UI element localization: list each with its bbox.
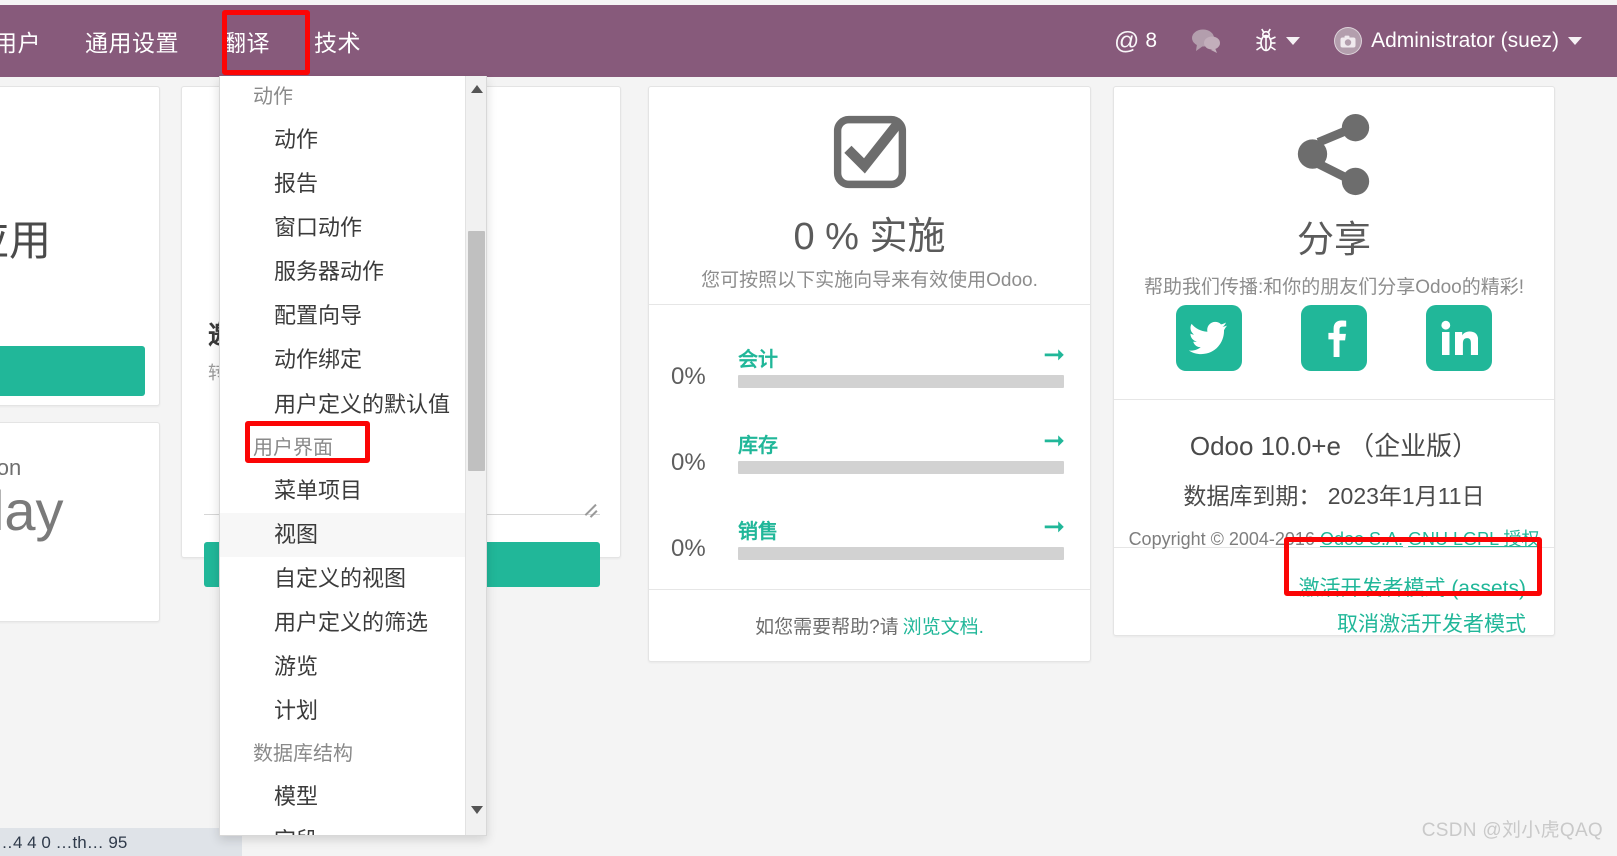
dropdown-scrollbar[interactable]: [465, 76, 486, 835]
copyright-prefix: Copyright © 2004-2016: [1128, 529, 1315, 549]
dropdown-item[interactable]: 窗口动作: [220, 206, 470, 250]
progress-bar: [738, 375, 1064, 388]
twitter-icon: [1188, 321, 1227, 355]
share-subtitle: 帮助我们传播:和你的朋友们分享Odoo的精彩!: [1143, 277, 1525, 298]
apps-primary-button[interactable]: [0, 346, 145, 396]
dropdown-item[interactable]: 动作绑定: [220, 338, 470, 382]
implementation-card: 0 % 实施 您可按照以下实施向导来有效使用Odoo. 0% 会计 ➞ 0% 库…: [648, 86, 1091, 662]
implementation-hero: 0 % 实施 您可按照以下实施向导来有效使用Odoo.: [649, 87, 1090, 305]
dropdown-group-header: 用户界面: [253, 436, 333, 459]
arrow-right-icon[interactable]: ➞: [1043, 341, 1065, 367]
nav-item-users[interactable]: 用户: [0, 5, 63, 77]
chevron-down-icon: [1568, 37, 1582, 45]
progress-row: 0% 会计 ➞: [649, 331, 1090, 417]
progress-label-inventory[interactable]: 库存: [738, 429, 778, 458]
user-name-label: Administrator (suez): [1371, 29, 1559, 52]
progress-percent: 0%: [671, 449, 706, 476]
version-info-block: Odoo 10.0+e （企业版） 数据库到期： 2023年1月11日 Copy…: [1114, 400, 1554, 549]
top-navbar: 用户 通用设置 翻译 技术 @ 8 Administrator (suez): [0, 5, 1617, 77]
help-text: 如您需要帮助?请: [755, 616, 899, 638]
at-icon: @: [1114, 26, 1140, 55]
share-hero: 分享 帮助我们传播:和你的朋友们分享Odoo的精彩!: [1114, 87, 1554, 400]
dropdown-group-header: 数据库结构: [253, 743, 353, 766]
textarea-resize-handle[interactable]: [580, 499, 598, 517]
twitter-share-button[interactable]: [1175, 305, 1242, 371]
avatar: [1334, 27, 1363, 55]
apps-card-title: 应用: [0, 217, 51, 264]
dropdown-group-header: 动作: [253, 86, 293, 108]
progress-percent: 0%: [671, 363, 706, 390]
scrollbar-thumb[interactable]: [468, 231, 485, 471]
odoo-settings-page: 用户 通用设置 翻译 技术 @ 8 Administrator (suez) 用…: [0, 0, 1617, 856]
arrow-right-icon[interactable]: ➞: [1043, 513, 1065, 539]
dropdown-item[interactable]: 报告: [220, 162, 470, 206]
navbar-right-tools: @ 8 Administrator (suez): [1097, 5, 1617, 77]
dropdown-item[interactable]: 服务器动作: [220, 250, 470, 294]
progress-bar: [738, 461, 1064, 474]
dropdown-item[interactable]: 游览: [220, 645, 470, 689]
navbar-menu-list: 用户 通用设置 翻译 技术: [0, 5, 383, 77]
dropdown-item[interactable]: 自定义的视图: [220, 557, 470, 601]
implementation-progress-list: 0% 会计 ➞ 0% 库存 ➞ 0% 销售 ➞: [649, 305, 1090, 590]
activate-developer-mode-assets-link[interactable]: 激活开发者模式 (assets): [1114, 572, 1526, 602]
developer-mode-block: 激活开发者模式 (assets) 取消激活开发者模式: [1114, 548, 1554, 636]
nav-item-technical[interactable]: 技术: [292, 5, 383, 77]
nav-item-general-settings[interactable]: 通用设置: [63, 5, 201, 77]
browse-docs-link[interactable]: 浏览文档.: [903, 612, 984, 639]
dropdown-item[interactable]: 用户定义的筛选: [220, 601, 470, 645]
progress-percent: 0%: [671, 535, 706, 562]
nav-item-translations[interactable]: 翻译: [201, 5, 292, 77]
dropdown-item[interactable]: 动作: [220, 118, 470, 162]
dropdown-item[interactable]: 配置向导: [220, 294, 470, 338]
implementation-subtitle: 您可按照以下实施向导来有效使用Odoo.: [701, 270, 1038, 291]
scroll-down-arrow-icon[interactable]: [466, 799, 486, 820]
linkedin-icon: [1441, 320, 1479, 355]
apps-card: 应用 主题商店: [0, 86, 160, 457]
database-expiry-label: 数据库到期： 2023年1月11日: [1183, 483, 1485, 509]
share-social-buttons: [1114, 305, 1554, 371]
progress-bar: [738, 547, 1064, 560]
messages-button[interactable]: [1174, 5, 1238, 77]
play-badge-big-text: Play: [0, 479, 64, 542]
implementation-footer: 如您需要帮助?请 浏览文档.: [649, 590, 1090, 660]
mentions-count-label: 8: [1145, 29, 1158, 52]
progress-row: 0% 库存 ➞: [649, 417, 1090, 503]
browser-status-bar: …4 4 0 …th… 95: [0, 828, 242, 856]
camera-icon: [1340, 35, 1356, 47]
user-menu-button[interactable]: Administrator (suez): [1317, 5, 1599, 77]
dropdown-item[interactable]: 字段: [220, 819, 470, 835]
debug-menu-button[interactable]: [1238, 5, 1317, 77]
chat-bubble-icon: [1192, 29, 1221, 53]
gnu-lgpl-link[interactable]: GNU LGPL 授权: [1408, 529, 1539, 549]
dropdown-item[interactable]: 计划: [220, 689, 470, 733]
facebook-icon: [1328, 320, 1347, 357]
odoo-sa-link[interactable]: Odoo S.A.: [1320, 529, 1403, 549]
deactivate-developer-mode-link[interactable]: 取消激活开发者模式: [1114, 608, 1526, 638]
implementation-percent-title: 0 % 实施: [793, 216, 946, 258]
progress-label-sales[interactable]: 销售: [738, 515, 778, 544]
arrow-right-icon[interactable]: ➞: [1043, 427, 1065, 453]
share-card: 分享 帮助我们传播:和你的朋友们分享Odoo的精彩! Odoo 10.0+e （…: [1113, 86, 1555, 636]
watermark: CSDN @刘小虎QAQ: [1421, 820, 1603, 841]
scroll-up-arrow-icon[interactable]: [466, 78, 486, 99]
technical-dropdown-items: 动作 动作 报告 窗口动作 服务器动作 配置向导 动作绑定 用户定义的默认值 用户界面 菜单项目视…: [220, 76, 470, 835]
linkedin-share-button[interactable]: [1426, 305, 1493, 371]
odoo-version-label: Odoo 10.0+e （企业版）: [1189, 431, 1479, 461]
google-play-card[interactable]: on Play: [0, 422, 160, 622]
mentions-counter[interactable]: @ 8: [1097, 5, 1174, 77]
progress-label-accounting[interactable]: 会计: [738, 343, 778, 372]
share-title: 分享: [1297, 219, 1371, 260]
bug-icon: [1256, 28, 1277, 52]
dropdown-item[interactable]: 用户定义的默认值: [220, 383, 470, 427]
dropdown-item[interactable]: 视图: [220, 512, 470, 557]
technical-dropdown-menu: 动作 动作 报告 窗口动作 服务器动作 配置向导 动作绑定 用户定义的默认值 用户界面 菜单项目视…: [219, 76, 487, 836]
progress-row: 0% 销售 ➞: [649, 503, 1090, 589]
facebook-share-button[interactable]: [1300, 305, 1367, 371]
chevron-down-icon: [1286, 37, 1301, 45]
share-nodes-icon: [1297, 113, 1370, 196]
dropdown-item[interactable]: 模型: [220, 775, 470, 819]
dropdown-item[interactable]: 菜单项目: [220, 469, 470, 513]
checkbox-checked-icon: [833, 115, 906, 189]
